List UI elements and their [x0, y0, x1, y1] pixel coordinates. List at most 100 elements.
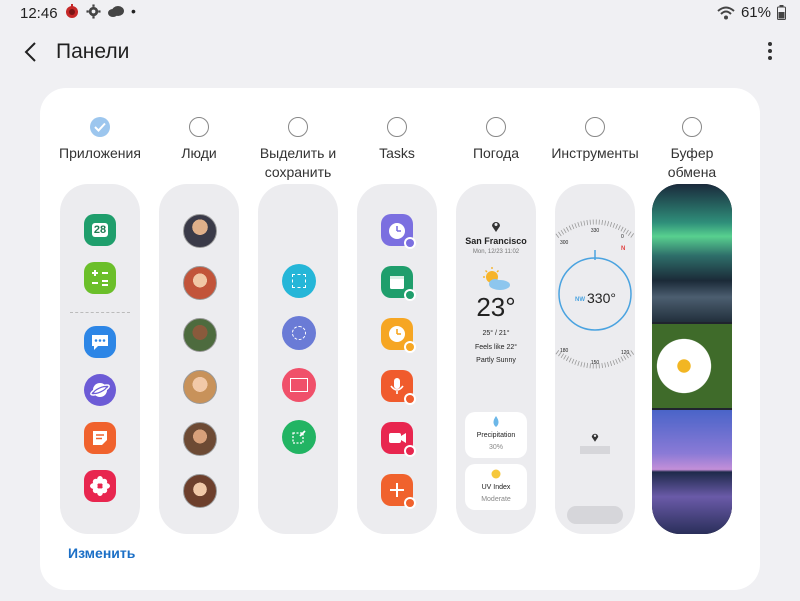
- weather-condition: Partly Sunny: [476, 357, 516, 364]
- panel-tools-preview[interactable]: 330 300 0 N NW 330° 150 180 120: [555, 184, 635, 534]
- gear-icon: [86, 3, 101, 19]
- panels-card: Приложения 28 Люди Выделить и сохранить …: [40, 88, 760, 590]
- precipitation-value: 30%: [488, 444, 503, 451]
- contact-avatar: [183, 474, 217, 508]
- edit-link[interactable]: Изменить: [68, 545, 135, 561]
- weather-city: San Francisco: [465, 236, 527, 246]
- compass-mark-tl: 300: [560, 240, 569, 246]
- precipitation-card: Precipitation 30%: [465, 412, 527, 458]
- panel-weather-preview[interactable]: San Francisco Mon, 12/23 11:02 23° 25° /…: [456, 184, 536, 534]
- location-pin-icon: [492, 222, 500, 232]
- page-title: Панели: [56, 40, 130, 63]
- location-placeholder: [580, 446, 610, 454]
- compass-mark-bottom: 150: [590, 360, 600, 366]
- sun-icon: [491, 469, 501, 479]
- back-arrow-icon[interactable]: [20, 40, 44, 64]
- calculator-app-icon: [84, 262, 116, 294]
- uv-label: UV Index: [481, 484, 511, 491]
- contact-avatar: [183, 370, 217, 404]
- weather-range: 25° / 21°: [482, 330, 510, 337]
- compass-reading: 330°: [587, 290, 616, 306]
- weather-temp: 23°: [476, 292, 516, 322]
- compass-mark-bl: 180: [560, 348, 569, 354]
- tool-button-placeholder[interactable]: [567, 506, 623, 524]
- task-badge: [404, 341, 416, 353]
- battery-icon: [777, 5, 786, 20]
- note-icon: [93, 431, 107, 445]
- pin-icon: [292, 430, 306, 444]
- uv-index-card: UV Index Moderate: [465, 464, 527, 510]
- panel-people-preview[interactable]: [159, 184, 239, 534]
- clock-task-icon: [381, 318, 416, 353]
- status-time: 12:46: [20, 5, 58, 22]
- oval-select-icon: [282, 316, 316, 350]
- calendar-task-icon: [381, 266, 416, 301]
- check-icon: [94, 122, 106, 132]
- video-task-icon: [381, 422, 416, 457]
- panel-clipboard-preview[interactable]: [652, 184, 732, 534]
- raindrop-icon: [493, 416, 499, 427]
- gif-select-icon: [282, 368, 316, 402]
- status-icons: •: [64, 3, 136, 19]
- weather-feels: Feels like 22°: [474, 344, 518, 351]
- messages-app-icon: [84, 326, 116, 358]
- panel-tasks-checkbox[interactable]: [387, 117, 407, 137]
- contact-avatar: [183, 422, 217, 456]
- task-badge: [404, 289, 416, 301]
- compass-mark-br: 120: [621, 350, 630, 356]
- header: Панели: [0, 30, 800, 76]
- panel-people-label: Люди: [181, 145, 217, 161]
- task-badge: [404, 237, 416, 249]
- compass-direction: NW: [575, 297, 585, 303]
- battery-percent: 61%: [740, 4, 771, 21]
- panel-people-checkbox[interactable]: [189, 117, 209, 137]
- aurora-image: [652, 184, 732, 322]
- rectangle-select-icon: [282, 264, 316, 298]
- alarm-task-icon: [381, 214, 416, 249]
- contact-avatar: [183, 266, 217, 300]
- panel-apps-preview[interactable]: 28: [60, 184, 140, 534]
- daisy-image: [652, 324, 732, 408]
- separator: [70, 312, 130, 313]
- precipitation-label: Precipitation: [476, 432, 516, 439]
- panel-tasks-label: Tasks: [379, 145, 415, 161]
- contact-avatar: [183, 214, 217, 248]
- chat-bubble-icon: [92, 335, 108, 350]
- dot-icon: •: [131, 3, 136, 19]
- calendar-date: 28: [91, 223, 109, 237]
- calendar-app-icon: 28: [84, 214, 116, 246]
- panel-clipboard-checkbox[interactable]: [682, 117, 702, 137]
- calculator-symbols: [92, 270, 108, 286]
- partly-sunny-icon: [483, 267, 510, 290]
- notes-app-icon: [84, 422, 116, 454]
- panel-weather-label: Погода: [472, 145, 520, 161]
- location-pin-icon: [591, 433, 599, 442]
- status-bar: 12:46 • 61%: [0, 0, 800, 28]
- add-contact-task-icon: [381, 474, 416, 509]
- panel-smart-select-checkbox[interactable]: [288, 117, 308, 137]
- panel-weather-checkbox[interactable]: [486, 117, 506, 137]
- panel-tools-label: Инструменты: [551, 145, 639, 161]
- uv-value: Moderate: [481, 496, 511, 503]
- task-badge: [404, 445, 416, 457]
- panel-apps-checkbox[interactable]: [90, 117, 110, 137]
- panel-smart-select-label: Выделить и сохранить: [259, 145, 337, 180]
- contact-avatar: [183, 318, 217, 352]
- app-notification-icon: [66, 4, 78, 18]
- wifi-icon: [717, 6, 735, 19]
- compass-mark-tr: 0: [621, 234, 624, 240]
- panel-tools-checkbox[interactable]: [585, 117, 605, 137]
- compass-north: N: [621, 246, 626, 252]
- pier-image: [652, 410, 732, 534]
- task-badge: [404, 497, 416, 509]
- panel-apps-label: Приложения: [59, 145, 141, 161]
- gallery-app-icon: [84, 470, 116, 502]
- more-options-icon[interactable]: [766, 42, 774, 64]
- weather-date: Mon, 12/23 11:02: [472, 249, 520, 255]
- internet-app-icon: [84, 374, 116, 406]
- cloud-icon: [108, 6, 124, 17]
- status-right: 61%: [717, 4, 786, 21]
- panel-tasks-preview[interactable]: [357, 184, 437, 534]
- task-badge: [404, 393, 416, 405]
- panel-smart-select-preview[interactable]: [258, 184, 338, 534]
